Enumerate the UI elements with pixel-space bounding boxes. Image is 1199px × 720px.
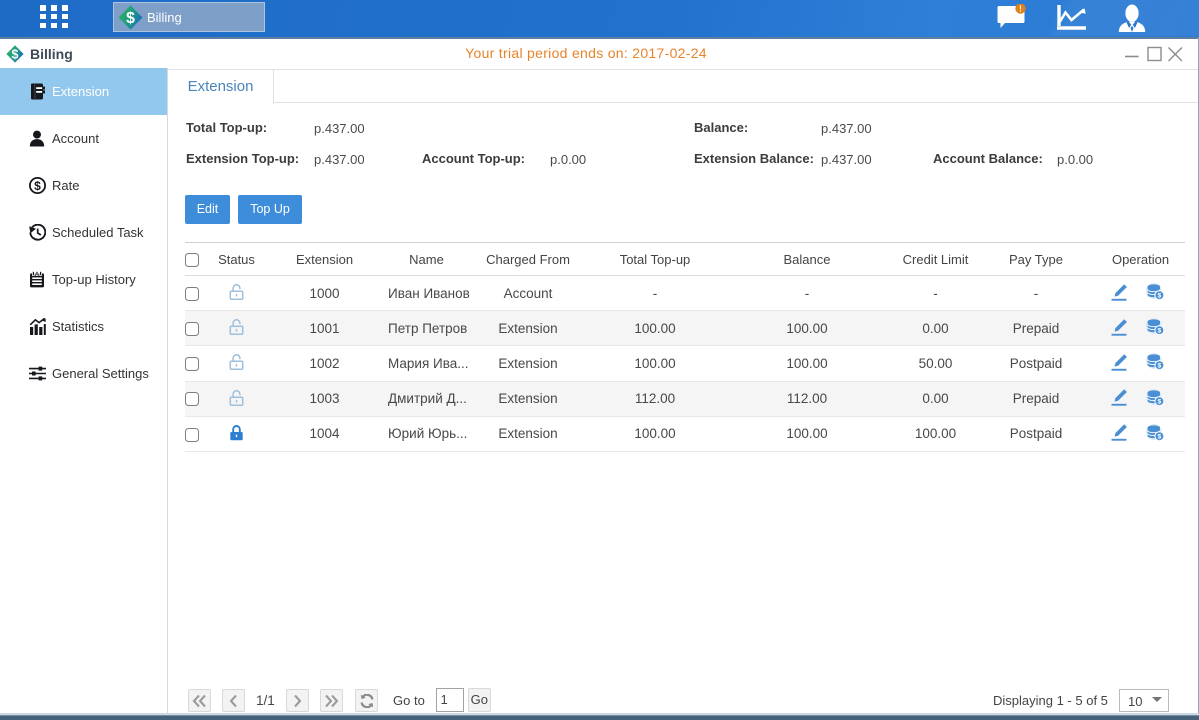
svg-text:$: $ [126,9,135,26]
svg-text:!: ! [1019,5,1022,14]
svg-text:$: $ [34,179,41,193]
